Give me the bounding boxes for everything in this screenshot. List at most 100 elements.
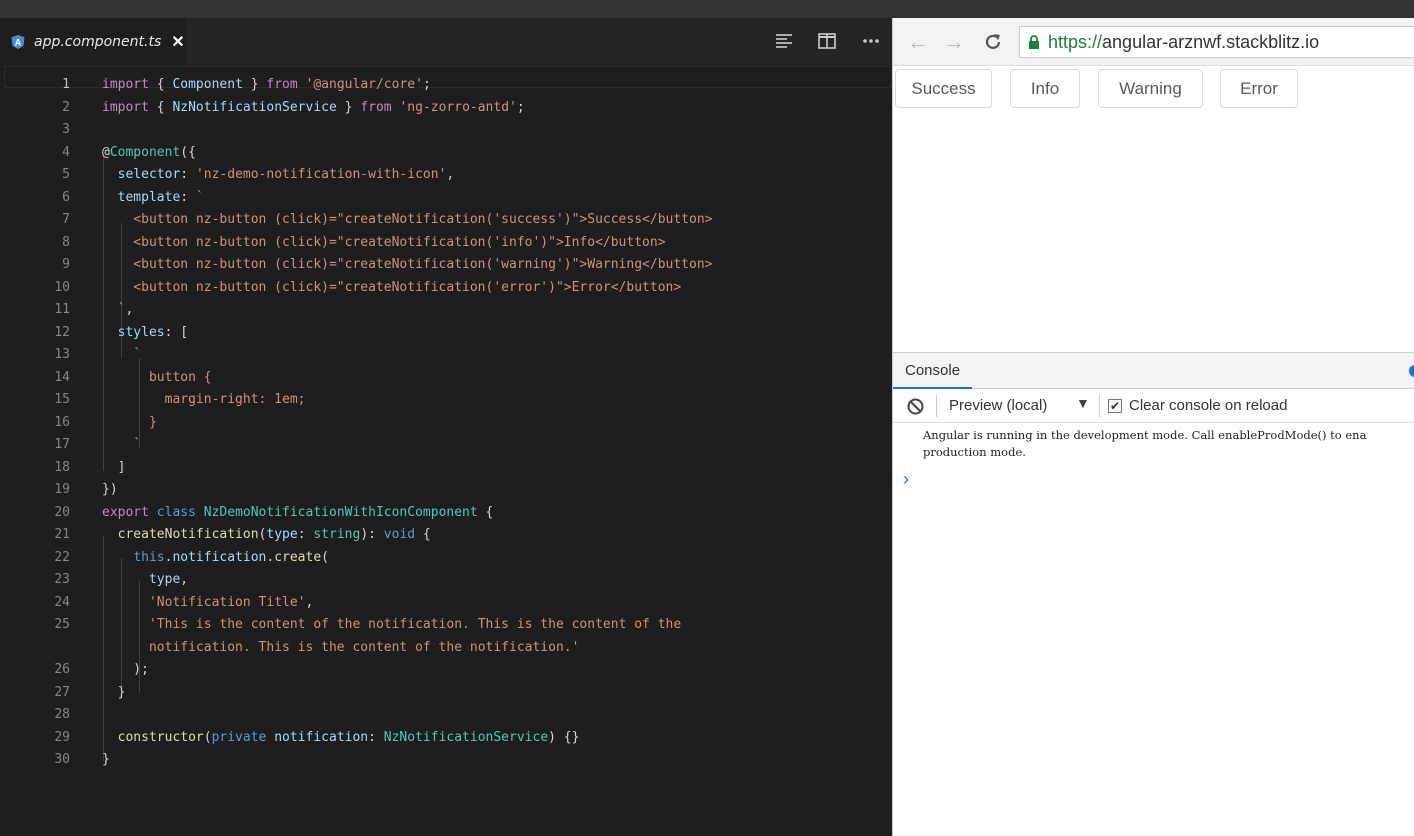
line-content: } bbox=[102, 414, 157, 430]
code-line[interactable]: 11 `, bbox=[0, 299, 892, 322]
settings-dot-icon[interactable] bbox=[1409, 365, 1414, 377]
line-content: styles: [ bbox=[117, 324, 189, 340]
code-editor[interactable]: A app.component.ts ✕ 1 import { Component… bbox=[0, 18, 892, 836]
close-icon[interactable]: ✕ bbox=[171, 32, 184, 52]
code-line[interactable]: 3 bbox=[0, 119, 892, 142]
line-number: 23 bbox=[54, 572, 70, 587]
console-message: Angular is running in the development mo… bbox=[923, 427, 1414, 461]
address-bar[interactable]: https://angular-arznwf.stackblitz.io bbox=[1019, 26, 1414, 58]
more-icon[interactable] bbox=[860, 30, 882, 52]
line-content: ); bbox=[102, 662, 149, 677]
line-number: 17 bbox=[54, 437, 70, 452]
line-number: 10 bbox=[54, 279, 70, 295]
forward-arrow-icon[interactable]: → bbox=[943, 29, 965, 55]
line-number: 24 bbox=[54, 594, 70, 610]
tab-app-component[interactable]: A app.component.ts ✕ bbox=[0, 18, 186, 66]
code-line[interactable]: 7 <button nz-button (click)="createNotif… bbox=[0, 209, 892, 232]
code-line[interactable]: 28 bbox=[0, 704, 892, 727]
code-line[interactable]: 2 import { NzNotificationService } from '… bbox=[0, 97, 892, 120]
line-number: 11 bbox=[54, 302, 70, 317]
code-line[interactable]: 25 'This is the content of the notificat… bbox=[0, 614, 892, 637]
code-line[interactable]: 22 this.notification.create( bbox=[0, 547, 892, 570]
success-button[interactable]: Success bbox=[895, 69, 992, 108]
error-button[interactable]: Error bbox=[1220, 69, 1298, 108]
line-number: 13 bbox=[54, 347, 70, 362]
line-number: 15 bbox=[54, 392, 70, 407]
line-number: 28 bbox=[54, 707, 70, 722]
code-line[interactable]: notification. This is the content of the… bbox=[0, 637, 892, 660]
code-line[interactable]: 15 margin-right: 1em; bbox=[0, 389, 892, 412]
code-line[interactable]: 27 } bbox=[0, 682, 892, 705]
code-line[interactable]: 8 <button nz-button (click)="createNotif… bbox=[0, 232, 892, 255]
line-content: template: ` bbox=[117, 189, 204, 205]
tab-console[interactable]: Console bbox=[893, 353, 973, 389]
line-content: <button nz-button (click)="createNotific… bbox=[102, 279, 682, 295]
line-content: import { Component } from '@angular/core… bbox=[102, 77, 431, 92]
line-number: 4 bbox=[62, 144, 70, 160]
code-line[interactable]: 9 <button nz-button (click)="createNotif… bbox=[0, 254, 892, 277]
align-left-icon[interactable] bbox=[773, 30, 795, 52]
code-line[interactable]: 4 @Component({ bbox=[0, 142, 892, 165]
url-host: angular-arznwf.stackblitz.io bbox=[1102, 31, 1320, 52]
code-line[interactable]: 14 button { bbox=[0, 367, 892, 390]
line-content: `, bbox=[102, 302, 134, 317]
line-content: selector: 'nz-demo-notification-with-ico… bbox=[117, 167, 455, 182]
line-number: 3 bbox=[62, 122, 70, 137]
line-content: import { NzNotificationService } from 'n… bbox=[102, 99, 525, 115]
line-number: 14 bbox=[54, 369, 70, 385]
code-line[interactable]: 13 ` bbox=[0, 344, 892, 367]
code-line[interactable]: 12 styles: [ bbox=[0, 322, 892, 345]
code-line[interactable]: 17 ` bbox=[0, 434, 892, 457]
code-line[interactable]: 23 type, bbox=[0, 569, 892, 592]
toolbar-divider bbox=[1099, 395, 1100, 417]
code-line[interactable]: 16 } bbox=[0, 412, 892, 435]
line-content: notification. This is the content of the… bbox=[148, 639, 580, 655]
console-prompt-icon[interactable]: › bbox=[903, 469, 909, 490]
tab-filename: app.component.ts bbox=[34, 34, 162, 50]
warning-button[interactable]: Warning bbox=[1098, 69, 1203, 108]
lock-icon bbox=[1029, 35, 1039, 49]
code-line[interactable]: 6 template: ` bbox=[0, 187, 892, 210]
dropdown-arrow-icon[interactable]: ▼ bbox=[1076, 395, 1090, 411]
line-number: 2 bbox=[62, 99, 70, 115]
console-panel: Console Preview (local) ▼ ✔ Clear consol… bbox=[893, 352, 1414, 836]
clear-console-icon[interactable] bbox=[907, 398, 924, 415]
line-content: } bbox=[102, 752, 110, 767]
line-number: 18 bbox=[54, 459, 70, 475]
code-line[interactable]: 29 constructor(private notification: NzN… bbox=[0, 727, 892, 750]
context-select[interactable]: Preview (local) bbox=[949, 397, 1047, 414]
info-button[interactable]: Info bbox=[1010, 69, 1080, 108]
line-number: 12 bbox=[54, 324, 70, 340]
line-content: ` bbox=[102, 347, 142, 362]
split-editor-icon[interactable] bbox=[816, 30, 838, 52]
line-content: <button nz-button (click)="createNotific… bbox=[102, 234, 666, 250]
preview-browser: ← → https://angular-arznwf.stackblitz.io… bbox=[892, 18, 1414, 836]
line-content: export class NzDemoNotificationWithIconC… bbox=[102, 504, 494, 520]
svg-text:A: A bbox=[15, 38, 22, 48]
line-content: @Component({ bbox=[102, 144, 196, 160]
code-line[interactable]: 18 ] bbox=[0, 457, 892, 480]
back-arrow-icon[interactable]: ← bbox=[907, 29, 929, 55]
code-line[interactable]: 26 ); bbox=[0, 659, 892, 682]
console-message-line: production mode. bbox=[923, 445, 1026, 459]
clear-on-reload-checkbox[interactable]: ✔ bbox=[1108, 399, 1122, 413]
code-line[interactable]: 20 export class NzDemoNotificationWithIco… bbox=[0, 502, 892, 525]
line-content: <button nz-button (click)="createNotific… bbox=[102, 257, 713, 272]
code-line[interactable]: 30} bbox=[0, 749, 892, 772]
line-number: 5 bbox=[62, 167, 70, 182]
line-content: type, bbox=[148, 572, 189, 587]
code-line[interactable]: 10 <button nz-button (click)="createNoti… bbox=[0, 277, 892, 300]
code-area[interactable]: 1 import { Component } from '@angular/cor… bbox=[0, 66, 892, 836]
reload-icon[interactable] bbox=[983, 32, 1003, 52]
line-content: this.notification.create( bbox=[133, 549, 329, 565]
url-scheme: https:// bbox=[1048, 31, 1103, 52]
line-content: ` bbox=[102, 437, 142, 452]
code-line[interactable]: 21 createNotification(type: string): voi… bbox=[0, 524, 892, 547]
code-line[interactable]: 24 'Notification Title', bbox=[0, 592, 892, 615]
code-line[interactable]: 19}) bbox=[0, 479, 892, 502]
code-line[interactable]: 1 import { Component } from '@angular/cor… bbox=[0, 74, 892, 97]
console-toolbar: Preview (local) ▼ ✔ Clear console on rel… bbox=[893, 389, 1414, 423]
code-line[interactable]: 5 selector: 'nz-demo-notification-with-i… bbox=[0, 164, 892, 187]
line-content: button { bbox=[102, 369, 212, 385]
line-content: 'This is the content of the notification… bbox=[148, 617, 682, 632]
